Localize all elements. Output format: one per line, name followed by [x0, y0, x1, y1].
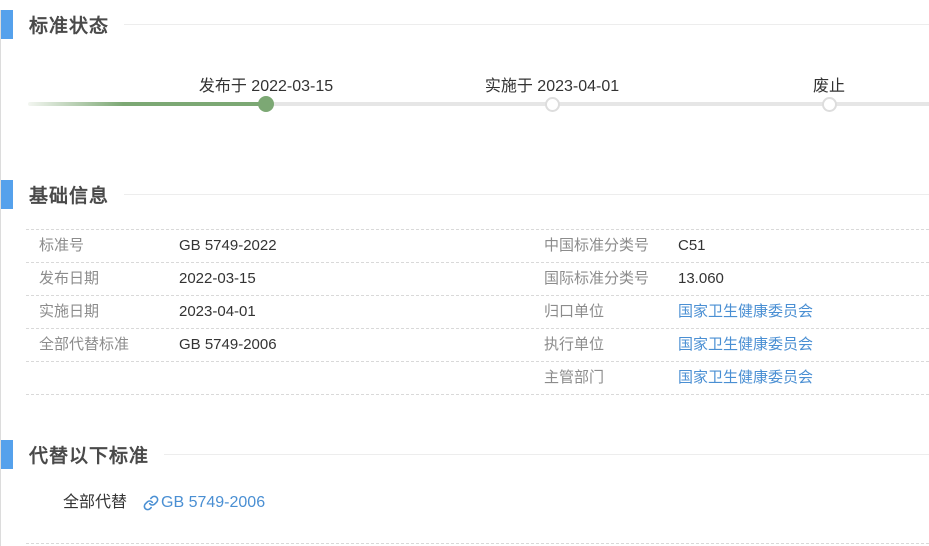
- section-title-basic-info: 基础信息: [29, 181, 109, 208]
- status-timeline: 发布于 2022-03-15 实施于 2023-04-01 废止: [1, 39, 929, 159]
- section-marker: [1, 180, 13, 209]
- field-value-implement-date: 2023-04-01: [179, 296, 256, 328]
- section-marker: [1, 440, 13, 469]
- table-row: 主管部门 国家卫生健康委员会: [26, 362, 929, 395]
- section-divider-line: [164, 454, 929, 455]
- field-label: 全部代替标准: [39, 329, 179, 361]
- timeline-label-published: 发布于 2022-03-15: [199, 72, 333, 96]
- basic-info-table: 标准号 GB 5749-2022 中国标准分类号 C51 发布日期 2022-0…: [26, 229, 929, 395]
- field-label: 主管部门: [544, 362, 678, 394]
- field-value-ccs-code: C51: [678, 230, 706, 262]
- section-header-standard-status: 标准状态: [1, 10, 929, 39]
- field-label: 国际标准分类号: [544, 263, 678, 295]
- field-label: 标准号: [39, 230, 179, 262]
- field-value-ics-code: 13.060: [678, 263, 724, 295]
- field-value-standard-number: GB 5749-2022: [179, 230, 277, 262]
- timeline-node-published-active: [258, 96, 274, 112]
- link-icon: [143, 495, 161, 511]
- supervising-department-link[interactable]: 国家卫生健康委员会: [678, 362, 813, 394]
- section-marker: [1, 10, 13, 39]
- section-title-replaces: 代替以下标准: [29, 441, 149, 468]
- timeline-node-implemented: [545, 97, 560, 112]
- section-title-standard-status: 标准状态: [29, 11, 109, 38]
- table-row: 全部代替标准 GB 5749-2006 执行单位 国家卫生健康委员会: [26, 329, 929, 362]
- bottom-divider: [26, 543, 929, 544]
- field-label: 发布日期: [39, 263, 179, 295]
- centralized-unit-link[interactable]: 国家卫生健康委员会: [678, 296, 813, 328]
- timeline-node-abolished: [822, 97, 837, 112]
- field-label: 中国标准分类号: [544, 230, 678, 262]
- field-value-publish-date: 2022-03-15: [179, 263, 256, 295]
- field-label: [39, 362, 179, 394]
- replace-relation-label: 全部代替: [63, 493, 127, 513]
- field-label: 归口单位: [544, 296, 678, 328]
- section-header-basic-info: 基础信息: [1, 180, 929, 209]
- table-row: 标准号 GB 5749-2022 中国标准分类号 C51: [26, 230, 929, 263]
- replaced-standard-item: 全部代替 GB 5749-2006: [1, 493, 929, 513]
- field-label: 实施日期: [39, 296, 179, 328]
- replaced-standard-number: GB 5749-2006: [161, 493, 265, 513]
- section-divider-line: [124, 194, 929, 195]
- field-value-replaced-standard: GB 5749-2006: [179, 329, 277, 361]
- timeline-label-implemented: 实施于 2023-04-01: [485, 72, 619, 96]
- section-header-replaces: 代替以下标准: [1, 440, 929, 469]
- timeline-label-abolished: 废止: [813, 72, 845, 96]
- section-divider-line: [124, 24, 929, 25]
- executing-unit-link[interactable]: 国家卫生健康委员会: [678, 329, 813, 361]
- table-row: 发布日期 2022-03-15 国际标准分类号 13.060: [26, 263, 929, 296]
- table-row: 实施日期 2023-04-01 归口单位 国家卫生健康委员会: [26, 296, 929, 329]
- replaced-standard-link[interactable]: GB 5749-2006: [143, 493, 265, 513]
- timeline-track-completed: [28, 102, 266, 106]
- field-label: 执行单位: [544, 329, 678, 361]
